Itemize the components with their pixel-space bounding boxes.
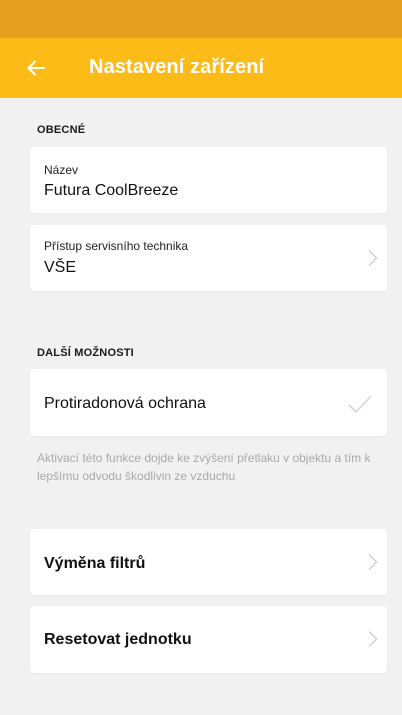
radon-protection-hint: Aktivací této funkce dojde ke zvýšení př… [37, 451, 371, 483]
filter-change-button[interactable]: Výměna filtrů [30, 529, 387, 595]
section-header-more-options: DALŠÍ MOŽNOSTI [37, 347, 134, 359]
arrow-left-icon [27, 60, 45, 76]
device-name-field[interactable]: Název Futura CoolBreeze [30, 147, 387, 213]
filter-change-label: Výměna filtrů [44, 555, 146, 572]
status-bar [0, 0, 402, 38]
technician-access-label: Přístup servisního technika [44, 239, 189, 253]
radon-protection-label: Protiradonová ochrana [44, 395, 206, 412]
reset-unit-button[interactable]: Resetovat jednotku [30, 606, 387, 673]
technician-access-item[interactable]: Přístup servisního technika VŠE [30, 225, 387, 291]
chevron-right-icon [368, 554, 378, 570]
chevron-right-icon [368, 250, 378, 266]
device-name-value: Futura CoolBreeze [44, 182, 179, 199]
app-bar: Nastavení zařízení [0, 38, 402, 98]
reset-unit-label: Resetovat jednotku [44, 631, 192, 648]
device-name-label: Název [44, 163, 79, 177]
page-title: Nastavení zařízení [89, 56, 265, 78]
chevron-right-icon [368, 631, 378, 647]
back-button[interactable] [22, 54, 50, 82]
checkmark-icon [348, 395, 372, 413]
radon-protection-toggle[interactable]: Protiradonová ochrana [30, 369, 387, 436]
section-header-general: OBECNÉ [37, 124, 86, 136]
technician-access-value: VŠE [44, 259, 77, 276]
